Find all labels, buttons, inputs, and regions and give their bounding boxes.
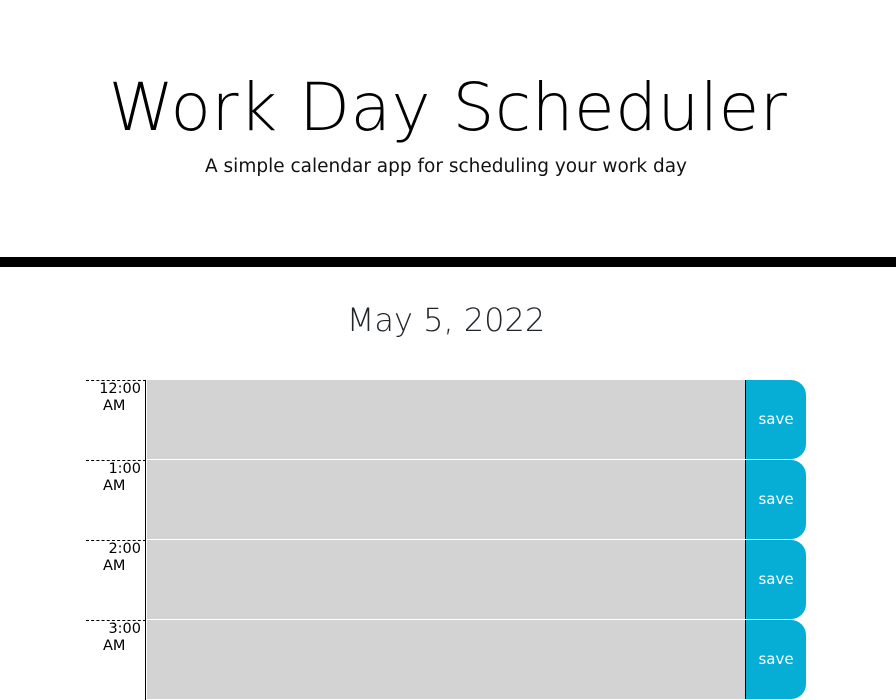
hour-label: 12:00 AM [86,380,146,460]
header-divider [0,257,896,267]
time-block: 3:00 AM save [86,620,806,700]
save-button[interactable]: save [745,620,806,699]
page-subtitle: A simple calendar app for scheduling you… [205,156,687,177]
save-button[interactable]: save [745,540,806,619]
header: Work Day Scheduler A simple calendar app… [0,0,896,257]
save-button[interactable]: save [745,380,806,459]
current-day: May 5, 2022 [346,301,546,339]
hour-time: 3:00 [108,621,141,637]
hour-label: 1:00 AM [86,460,146,540]
time-block: 1:00 AM save [86,460,806,540]
description-input[interactable] [147,540,745,620]
description-input[interactable] [147,620,745,700]
time-block: 12:00 AM save [86,380,806,460]
hour-period: AM [103,398,126,414]
hour-time: 1:00 [108,461,141,477]
hour-period: AM [103,638,126,654]
hour-period: AM [103,478,126,494]
save-button[interactable]: save [745,460,806,539]
hour-period: AM [103,558,126,574]
hour-label: 2:00 AM [86,540,146,620]
description-input[interactable] [147,460,745,540]
hour-time: 12:00 [99,381,141,397]
page-title: Work Day Scheduler [108,69,788,146]
description-input[interactable] [147,380,745,460]
time-block: 2:00 AM save [86,540,806,620]
hour-label: 3:00 AM [86,620,146,700]
hour-time: 2:00 [108,541,141,557]
